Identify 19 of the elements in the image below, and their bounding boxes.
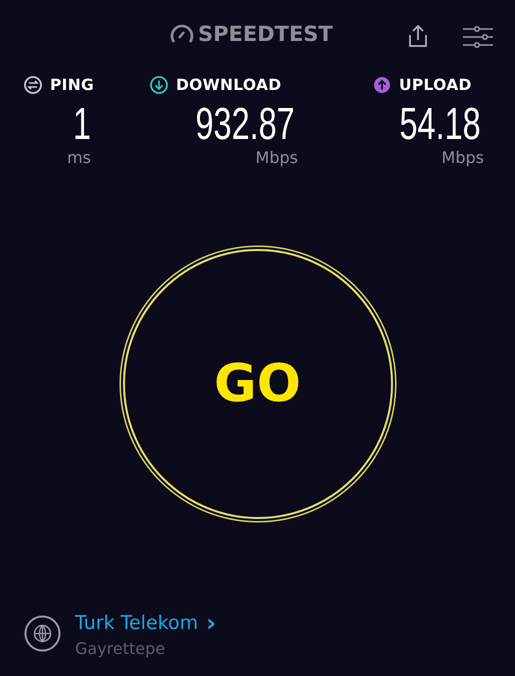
metric-label: DOWNLOAD: [176, 76, 282, 94]
app-logo: SPEEDTEST: [198, 22, 333, 46]
share-button[interactable]: [407, 24, 429, 48]
gauge-icon: [170, 23, 194, 45]
metric-value: 1: [72, 98, 91, 150]
ping-icon: [24, 76, 42, 94]
upload-icon: [373, 76, 391, 94]
metric-label: PING: [50, 76, 94, 94]
metric-unit: Mbps: [442, 148, 484, 167]
metric-label: UPLOAD: [399, 76, 472, 94]
settings-button[interactable]: [462, 26, 494, 48]
metric-unit: ms: [67, 148, 91, 167]
metric-value: 54.18: [400, 98, 481, 150]
metric-value: 932.87: [196, 98, 295, 150]
server-location: Gayrettepe: [75, 639, 166, 658]
globe-icon: [24, 615, 61, 652]
provider-link[interactable]: Turk Telekom ›: [75, 609, 216, 637]
metric-unit: Mbps: [256, 148, 298, 167]
download-icon: [150, 76, 168, 94]
